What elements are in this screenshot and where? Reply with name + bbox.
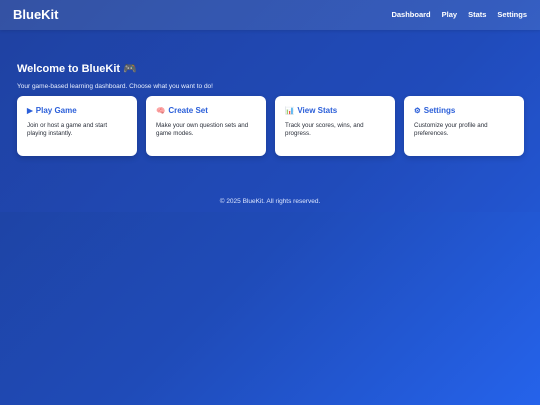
- card-title-row: ⚙ Settings: [414, 106, 514, 115]
- page-subtitle: Your game-based learning dashboard. Choo…: [17, 82, 213, 90]
- card-title-row: ▶ Play Game: [27, 106, 127, 115]
- main-nav: Dashboard Play Stats Settings: [391, 10, 527, 19]
- card-create-set[interactable]: 🧠 Create Set Make your own question sets…: [146, 96, 266, 156]
- card-title-text: Settings: [423, 106, 456, 115]
- card-title-row: 🧠 Create Set: [156, 106, 256, 115]
- card-view-stats[interactable]: 📊 View Stats Track your scores, wins, an…: [275, 96, 395, 156]
- card-title-text: Play Game: [35, 106, 77, 115]
- nav-link-dashboard[interactable]: Dashboard: [391, 10, 430, 19]
- card-description: Join or host a game and start playing in…: [27, 122, 108, 137]
- nav-link-stats[interactable]: Stats: [468, 10, 486, 19]
- card-title-text: View Stats: [297, 106, 338, 115]
- card-title-row: 📊 View Stats: [285, 106, 385, 115]
- card-description: Make your own question sets and game mod…: [156, 122, 249, 137]
- page-footer: © 2025 BlueKit. All rights reserved.: [219, 198, 321, 205]
- card-title-text: Create Set: [168, 106, 208, 115]
- top-navigation-bar: BlueKit Dashboard Play Stats Settings: [0, 0, 540, 30]
- brand-logo[interactable]: BlueKit: [13, 7, 59, 22]
- card-description: Customize your profile and preferences.: [414, 122, 488, 137]
- card-play-game[interactable]: ▶ Play Game Join or host a game and star…: [17, 96, 137, 156]
- card-description: Track your scores, wins, and progress.: [285, 122, 364, 137]
- nav-link-settings[interactable]: Settings: [497, 10, 527, 19]
- play-icon: ▶: [27, 105, 33, 115]
- bar-chart-icon: 📊: [285, 105, 295, 115]
- action-cards: ▶ Play Game Join or host a game and star…: [17, 96, 524, 156]
- nav-link-play[interactable]: Play: [442, 10, 457, 19]
- card-settings[interactable]: ⚙ Settings Customize your profile and pr…: [404, 96, 524, 156]
- page-title: Welcome to BlueKit 🎮: [17, 63, 137, 76]
- brain-icon: 🧠: [156, 105, 166, 115]
- gear-icon: ⚙: [414, 105, 421, 115]
